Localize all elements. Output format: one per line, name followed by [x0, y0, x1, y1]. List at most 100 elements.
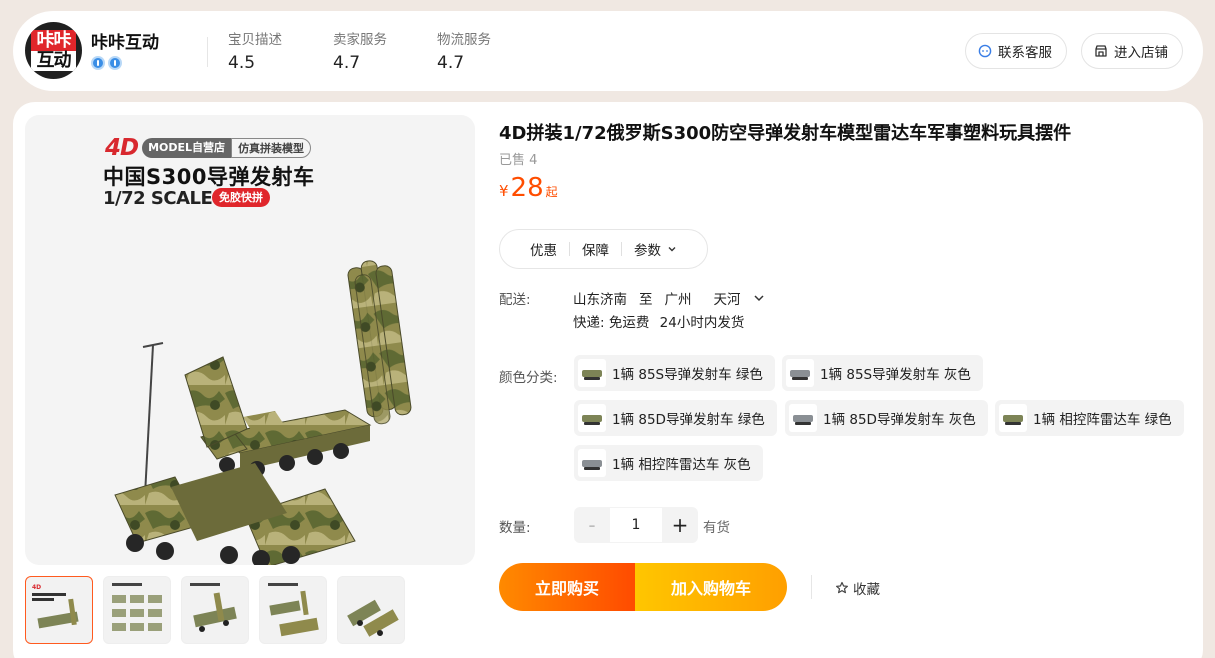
promo-title: 中国S300导弹发射车: [103, 165, 315, 189]
enter-shop-button[interactable]: 进入店铺: [1081, 33, 1183, 69]
promo-badge: 免胶快拼: [212, 188, 270, 207]
score-service: 卖家服务 4.7: [333, 28, 387, 73]
tab-label: 优惠: [530, 243, 557, 259]
contact-service-label: 联系客服: [998, 45, 1052, 61]
price-suffix: 起: [545, 185, 558, 199]
sku-thumbnail: [786, 359, 814, 387]
quantity-increase-button[interactable]: +: [662, 507, 698, 543]
score-label: 卖家服务: [333, 32, 387, 48]
shop-logo-top-text: 咔咔: [31, 30, 76, 51]
contact-service-button[interactable]: 联系客服: [965, 33, 1067, 69]
thumbnail-strip: 4D: [25, 576, 405, 644]
thumbnail-image: [268, 583, 319, 637]
enter-shop-label: 进入店铺: [1114, 45, 1168, 61]
sku-thumbnail: [578, 359, 606, 387]
ship-to-city: 广州: [664, 292, 692, 308]
score-value: 4.7: [333, 53, 361, 73]
brand-tag: 仿真拼装模型: [231, 138, 312, 158]
quantity-input[interactable]: 1: [610, 507, 662, 543]
thumbnail-image: [190, 583, 237, 632]
score-label: 宝贝描述: [228, 32, 282, 48]
main-product-image[interactable]: 4D MODEL自营店 仿真拼装模型 中国S300导弹发射车 1/72 SCAL…: [25, 115, 475, 565]
brand-logo: 4D: [105, 135, 139, 161]
shipping-route[interactable]: 山东济南 至 广州 天河: [573, 288, 765, 308]
sku-option-label: 1辆 85S导弹发射车 绿色: [612, 367, 763, 383]
tab-guarantee[interactable]: 保障: [570, 239, 621, 259]
thumbnail-3[interactable]: [181, 576, 249, 644]
shipping-detail: 快递: 免运费 24小时内发货: [573, 311, 750, 331]
favorite-label: 收藏: [853, 582, 880, 598]
thumbnail-4[interactable]: [259, 576, 327, 644]
store-icon: [1095, 45, 1107, 57]
sku-option-label: 1辆 85S导弹发射车 灰色: [820, 367, 971, 383]
tab-parameters[interactable]: 参数: [622, 239, 689, 259]
shipping-label: 配送:: [499, 292, 531, 308]
chat-bubble-icon: [978, 44, 992, 58]
product-title: 4D拼装1/72俄罗斯S300防空导弹发射车模型雷达车军事塑料玩具摆件: [499, 123, 1072, 144]
shop-badge-icon: [91, 56, 105, 70]
thumbnail-2[interactable]: [103, 576, 171, 644]
brand-tag: MODEL自营店: [142, 138, 232, 158]
brand-row: 4D MODEL自营店 仿真拼装模型: [105, 135, 312, 161]
quantity-label: 数量:: [499, 520, 531, 536]
sku-option[interactable]: 1辆 85D导弹发射车 绿色: [574, 400, 777, 436]
price-value: 28: [510, 173, 544, 203]
ship-dispatch: 24小时内发货: [659, 315, 745, 331]
shop-name[interactable]: 咔咔互动: [91, 28, 159, 53]
missile-vehicle-illustration: [114, 260, 412, 565]
buy-now-button[interactable]: 立即购买: [499, 563, 635, 611]
svg-text:4D: 4D: [32, 584, 41, 591]
tab-discount[interactable]: 优惠: [518, 239, 569, 259]
divider: [207, 37, 208, 67]
price: ¥ 28 起: [499, 173, 558, 203]
tab-label: 参数: [634, 243, 661, 259]
score-description: 宝贝描述 4.5: [228, 28, 282, 73]
quantity-decrease-button[interactable]: -: [574, 507, 610, 543]
product-panel: 4D MODEL自营店 仿真拼装模型 中国S300导弹发射车 1/72 SCAL…: [13, 102, 1203, 658]
score-value: 4.5: [228, 53, 256, 73]
ship-from: 山东济南: [573, 292, 627, 308]
info-tabs: 优惠 保障 参数: [499, 229, 708, 269]
sku-option[interactable]: 1辆 85S导弹发射车 灰色: [782, 355, 983, 391]
ship-to-word: 至: [639, 292, 653, 308]
thumbnail-1[interactable]: 4D: [25, 576, 93, 644]
divider: [811, 575, 812, 599]
sku-option[interactable]: 1辆 相控阵雷达车 灰色: [574, 445, 763, 481]
shop-badges: [91, 56, 122, 70]
ship-to-district: 天河: [713, 292, 741, 308]
shop-logo[interactable]: 咔咔 互动: [25, 22, 82, 79]
promo-scale: 1/72 SCALE: [103, 188, 213, 209]
sku-option-label: 1辆 85D导弹发射车 绿色: [612, 412, 765, 428]
sku-thumbnail: [999, 404, 1027, 432]
stock-status: 有货: [703, 520, 730, 536]
sku-label: 颜色分类:: [499, 370, 558, 386]
add-to-cart-button[interactable]: 加入购物车: [635, 563, 787, 611]
thumbnail-image: 4D: [32, 584, 79, 629]
thumbnail-image: [112, 583, 162, 631]
tab-label: 保障: [582, 243, 609, 259]
sku-option[interactable]: 1辆 85D导弹发射车 灰色: [785, 400, 988, 436]
thumbnail-image: [347, 599, 399, 637]
sku-thumbnail: [578, 449, 606, 477]
sku-option-label: 1辆 相控阵雷达车 绿色: [1033, 412, 1172, 428]
score-logistics: 物流服务 4.7: [437, 28, 491, 73]
ship-method: 快递: 免运费: [573, 315, 650, 331]
score-value: 4.7: [437, 53, 465, 73]
sku-thumbnail: [789, 404, 817, 432]
sold-count: 已售 4: [499, 153, 538, 168]
chevron-down-icon: [753, 295, 764, 302]
price-currency: ¥: [499, 182, 509, 200]
chevron-down-icon: [668, 247, 676, 252]
sku-option[interactable]: 1辆 相控阵雷达车 绿色: [995, 400, 1184, 436]
shop-header: 咔咔 互动 咔咔互动 宝贝描述 4.5 卖家服务 4.7 物流服务 4.7 联系…: [13, 11, 1203, 91]
score-label: 物流服务: [437, 32, 491, 48]
sku-option-label: 1辆 相控阵雷达车 灰色: [612, 457, 751, 473]
favorite-button[interactable]: 收藏: [835, 578, 880, 598]
thumbnail-5[interactable]: [337, 576, 405, 644]
sku-option-label: 1辆 85D导弹发射车 灰色: [823, 412, 976, 428]
shop-logo-bottom-text: 互动: [31, 51, 76, 71]
shop-badge-icon: [108, 56, 122, 70]
star-icon: [836, 581, 848, 594]
sku-option[interactable]: 1辆 85S导弹发射车 绿色: [574, 355, 775, 391]
sku-thumbnail: [578, 404, 606, 432]
